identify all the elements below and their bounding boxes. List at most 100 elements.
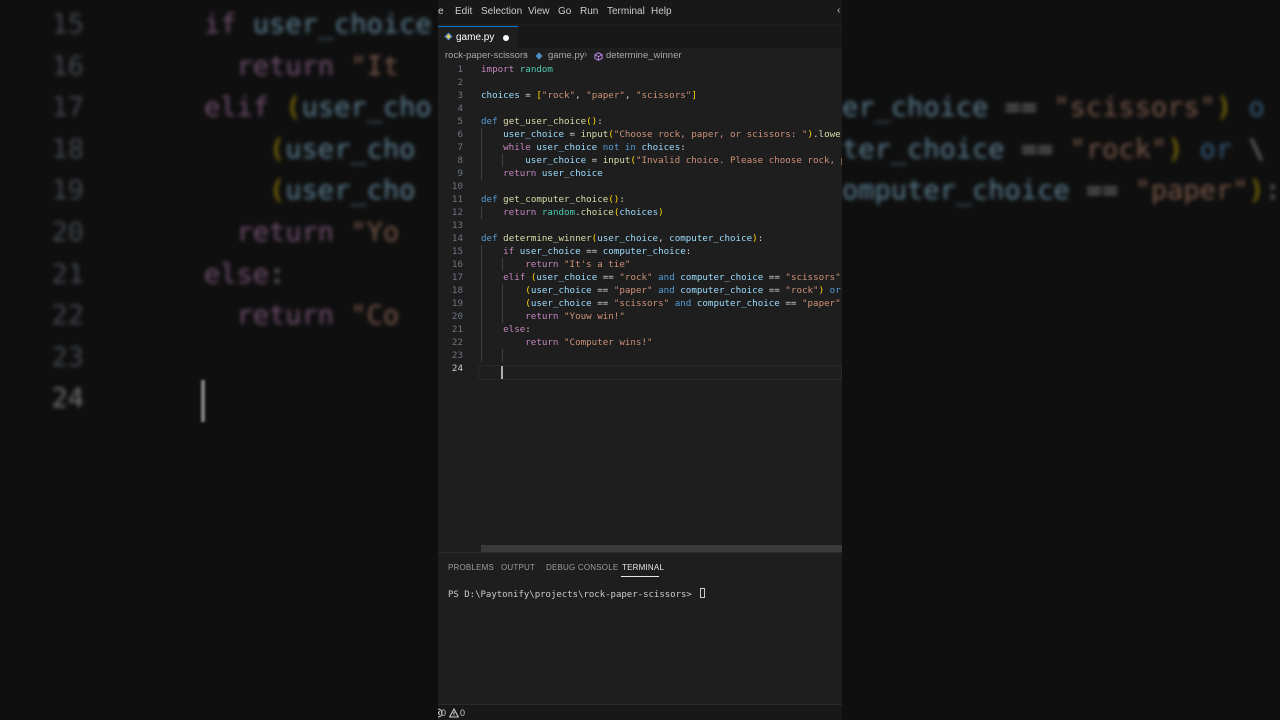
code-token: user_cho <box>285 175 416 207</box>
code-line[interactable]: 19 (user_choice == "scissors" and comput… <box>438 297 842 310</box>
code-token: user_choice <box>525 155 587 166</box>
code-line[interactable]: 11 def get_computer_choice(): <box>438 193 842 206</box>
code-token: = <box>564 129 581 140</box>
menu-go[interactable]: Go <box>558 6 571 17</box>
unsaved-dot-icon[interactable] <box>503 35 509 41</box>
code-line[interactable]: 10 <box>438 180 842 193</box>
code-token: : <box>1264 175 1280 207</box>
tab-debug-console[interactable]: DEBUG CONSOLE <box>546 563 618 572</box>
code-token: == <box>1069 175 1135 207</box>
code-token: ( <box>269 133 286 165</box>
code-token: ter_choice <box>842 133 1005 165</box>
menu-run[interactable]: Run <box>580 6 598 17</box>
tab-game-py[interactable]: game.py <box>438 26 518 48</box>
code-line[interactable]: 16 return "It's a tie" <box>438 258 842 271</box>
code-line[interactable]: 12 return random.choice(choices) <box>438 206 842 219</box>
menu-help[interactable]: Help <box>651 6 672 17</box>
tab-problems[interactable]: PROBLEMS <box>448 563 494 572</box>
code-token: elif <box>204 92 270 124</box>
code-token: computer_choice <box>680 285 764 296</box>
menu-view[interactable]: View <box>528 6 550 17</box>
background-line-number: 16 <box>51 50 84 82</box>
background-line-number: 15 <box>51 9 84 40</box>
code-line[interactable]: 18 (user_choice == "paper" and computer_… <box>438 284 842 297</box>
code-token: choices <box>641 142 681 153</box>
tab-bar: game.py <box>438 26 842 48</box>
warning-count[interactable]: 0 <box>460 708 465 718</box>
line-text: return "Computer wins!" <box>481 336 652 349</box>
terminal-line[interactable]: PS D:\Paytonify\projects\rock-paper-scis… <box>448 588 706 600</box>
code-line[interactable]: 5 def get_user_choice(): <box>438 115 842 128</box>
error-count[interactable]: 0 <box>441 708 446 718</box>
code-line[interactable]: 7 while user_choice not in choices: <box>438 141 842 154</box>
code-token: \ <box>1232 133 1265 165</box>
code-token: ) <box>1167 133 1184 165</box>
breadcrumb-symbol[interactable]: determine_winner <box>606 50 682 61</box>
line-number: 6 <box>457 129 463 140</box>
menu-selection[interactable]: Selection <box>481 6 522 17</box>
code-token: "rock" <box>1069 133 1168 165</box>
code-token: : <box>680 142 686 153</box>
code-line[interactable]: 8 user_choice = input("Invalid choice. P… <box>438 154 842 167</box>
code-line[interactable]: 6 user_choice = input("Choose rock, pape… <box>438 128 842 141</box>
code-token: user_choice <box>503 129 564 140</box>
code-token: "rock" <box>785 285 819 296</box>
chevron-left-icon[interactable]: ‹ <box>837 5 840 16</box>
line-text: if user_choice == computer_choice: <box>481 245 691 258</box>
breadcrumb-file[interactable]: game.py <box>548 50 584 61</box>
menu-terminal[interactable]: Terminal <box>607 6 645 17</box>
code-line[interactable]: 21 else: <box>438 323 842 336</box>
code-line[interactable]: 20 return "Youw win!" <box>438 310 842 323</box>
code-line[interactable]: 15 if user_choice == computer_choice: <box>438 245 842 258</box>
code-line[interactable]: 1 import random <box>438 63 842 76</box>
background-code-right-clip: er_choice == "scissors") o ter_choice == … <box>842 0 1280 720</box>
horizontal-scrollbar[interactable] <box>481 545 842 552</box>
line-number: 23 <box>451 350 463 361</box>
code-token: () <box>608 194 620 205</box>
code-line[interactable]: 17 elif (user_choice == "rock" and compu… <box>438 271 842 284</box>
code-token: return <box>236 300 335 332</box>
code-token: "paper" <box>1134 175 1249 207</box>
code-token: random <box>519 64 553 75</box>
code-line[interactable]: 3 choices = ["rock", "paper", "scissors"] <box>438 89 842 102</box>
code-line[interactable]: 14 def determine_winner(user_choice, comp… <box>438 232 842 245</box>
code-line[interactable]: 2 <box>438 76 842 89</box>
code-line[interactable]: 13 <box>438 219 842 232</box>
code-token: else <box>503 324 526 335</box>
code-line[interactable]: 23 <box>438 349 842 362</box>
code-token: else <box>204 258 270 290</box>
line-text: return "Youw win!" <box>481 310 625 323</box>
warning-icon[interactable] <box>449 708 459 718</box>
code-line[interactable]: 4 <box>438 102 842 115</box>
code-token: : <box>525 324 531 335</box>
tab-output[interactable]: OUTPUT <box>501 563 535 572</box>
tab-terminal[interactable]: TERMINAL <box>622 563 664 572</box>
menu-edit[interactable]: Edit <box>455 6 472 17</box>
breadcrumb-folder[interactable]: rock-paper-scissors <box>445 50 528 61</box>
code-line[interactable]: 22 return "Computer wins!" <box>438 336 842 349</box>
code-token: \ <box>841 285 842 296</box>
code-token: if <box>503 246 515 257</box>
code-token: return <box>236 217 335 248</box>
code-token: input <box>602 155 631 166</box>
code-token: user_cho <box>301 92 432 124</box>
background-cursor <box>201 380 205 422</box>
code-line[interactable]: 9 return user_choice <box>438 167 842 180</box>
code-line[interactable]: 24 <box>438 362 842 375</box>
menu-file[interactable]: e <box>438 6 444 17</box>
